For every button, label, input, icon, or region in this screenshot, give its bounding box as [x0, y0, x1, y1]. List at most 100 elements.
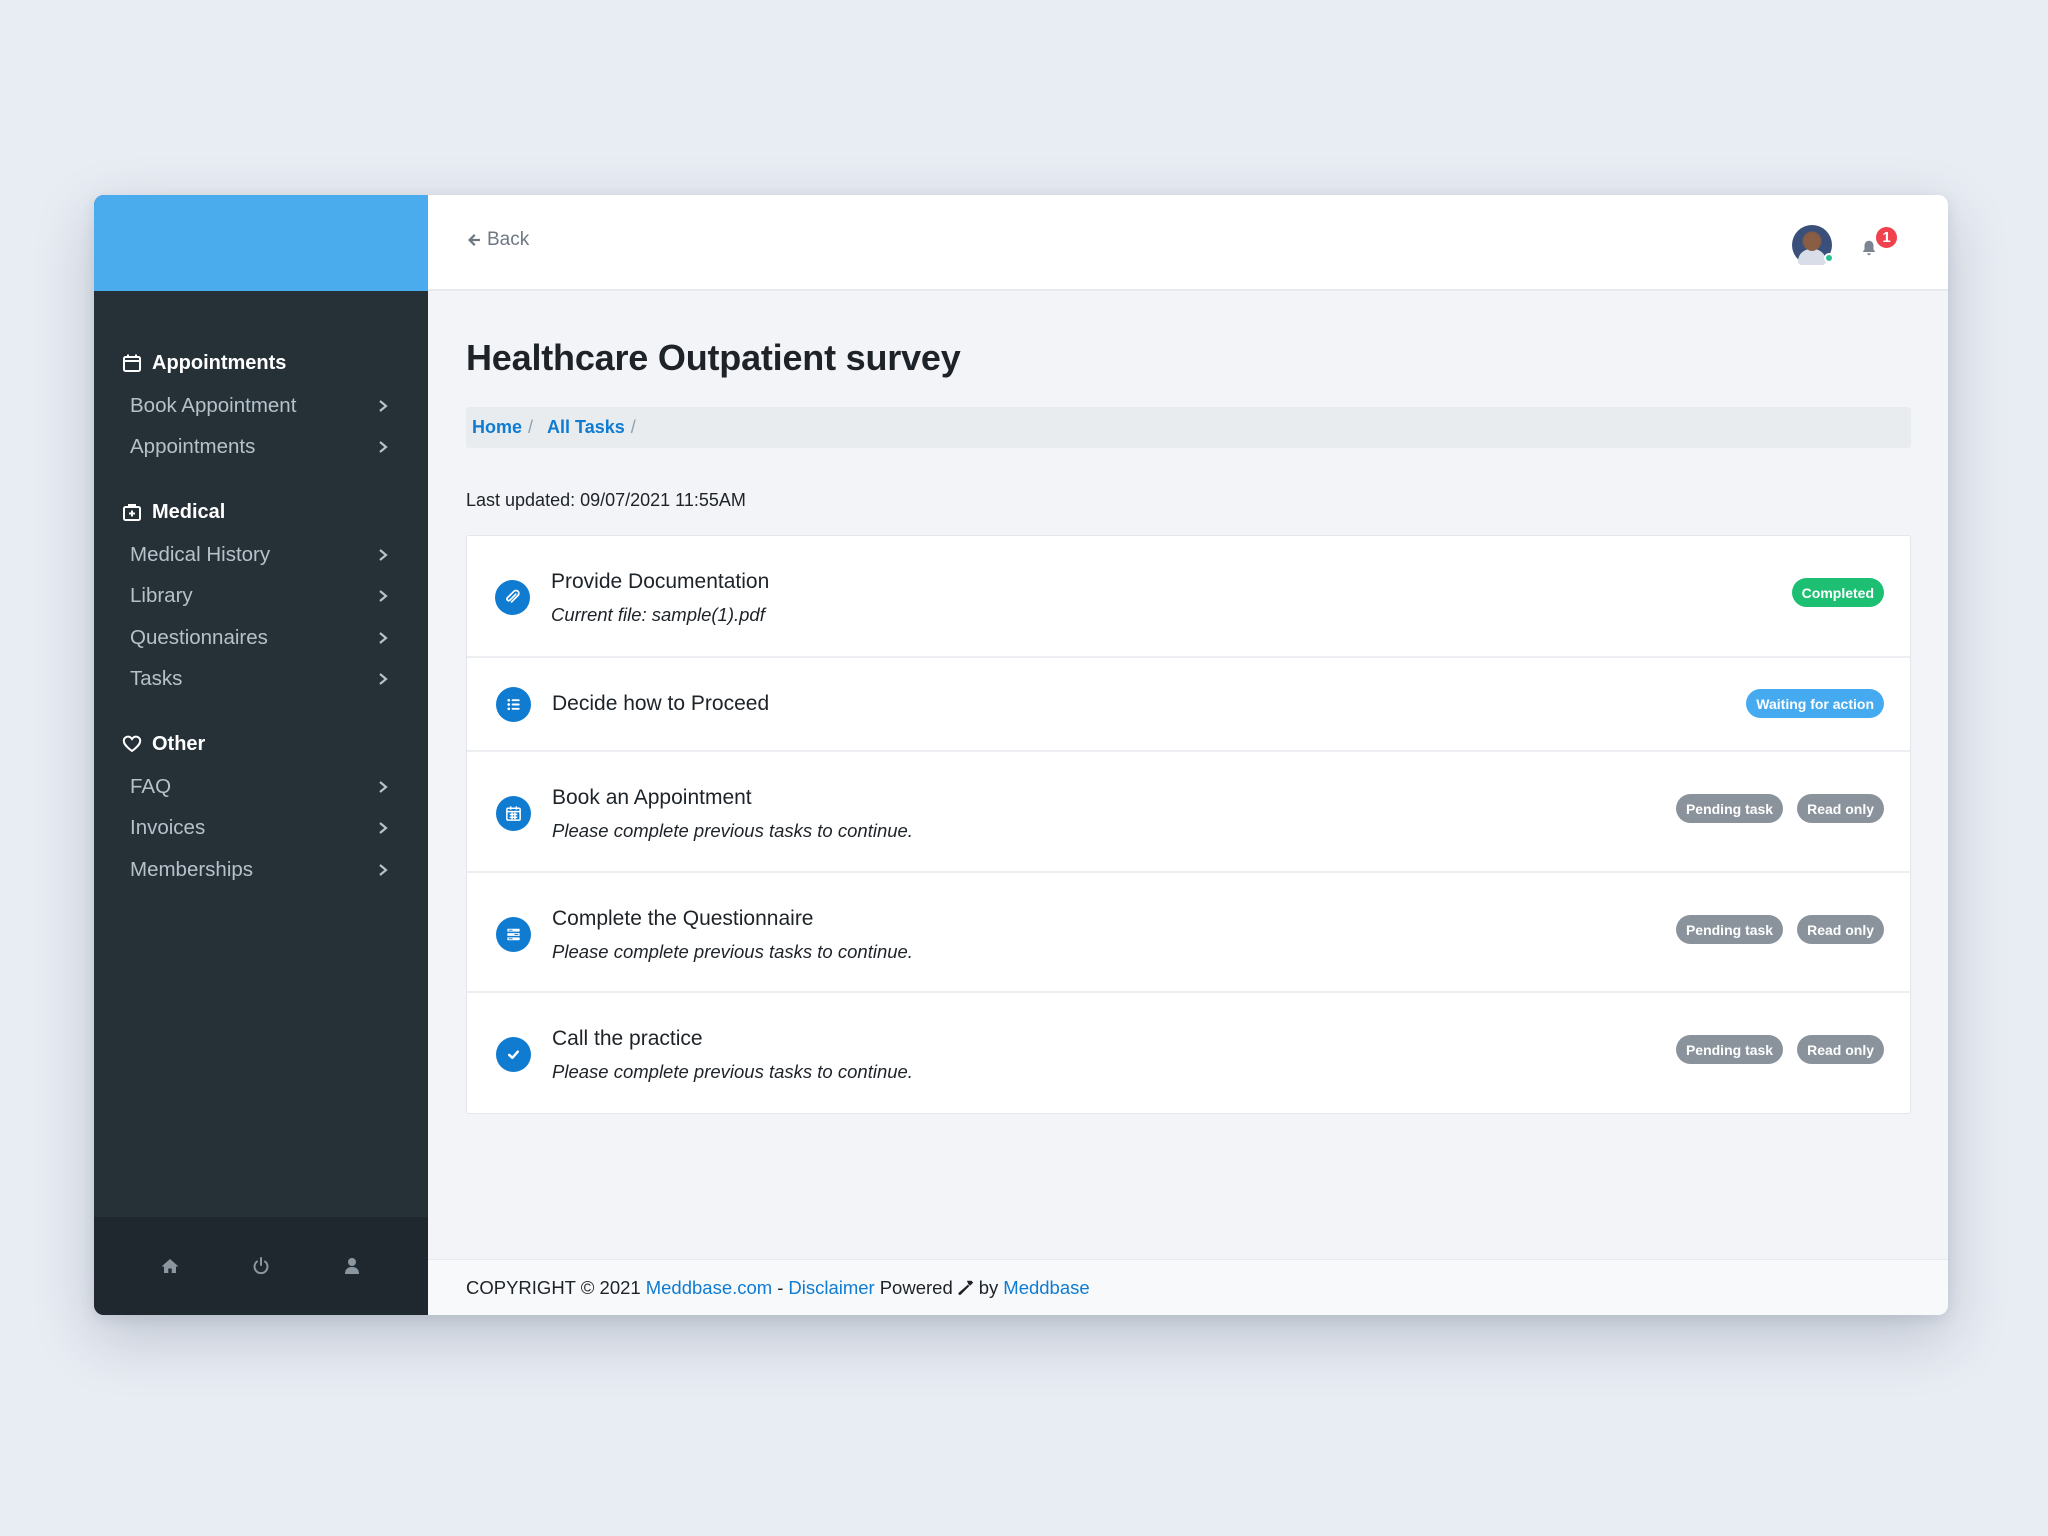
logout-button[interactable] [239, 1244, 283, 1288]
sidebar-item-label: Book Appointment [130, 393, 297, 417]
task-badges: Waiting for action [1746, 689, 1884, 718]
notifications-button[interactable]: 1 [1860, 225, 1899, 263]
sidebar-menu: Appointments Book Appointment Appointmen… [94, 291, 428, 891]
content: Healthcare Outpatient survey Home / All … [466, 291, 1911, 1114]
sidebar-item-appointments[interactable]: Appointments [94, 427, 428, 469]
avatar-body [1798, 249, 1826, 265]
calendar-icon [506, 806, 521, 821]
sidebar-item-label: FAQ [130, 774, 172, 798]
hammer-icon [958, 1280, 973, 1295]
topbar: Back 1 [428, 195, 1948, 291]
footer-dash: - [777, 1276, 784, 1298]
task-text: Book an Appointment Please complete prev… [552, 786, 913, 842]
task-subtitle: Please complete previous tasks to contin… [552, 941, 913, 962]
breadcrumb-separator: / [528, 417, 534, 437]
status-badge: Pending task [1675, 1035, 1784, 1064]
sidebar-brand-bar [94, 195, 428, 291]
calendar-icon [123, 354, 141, 372]
menu-group-other: Other FAQ Invoices Memberships [94, 722, 428, 891]
group-title: Medical [152, 500, 226, 523]
back-label: Back [487, 229, 530, 250]
status-badge: Completed [1791, 578, 1884, 607]
chevron-right-icon [379, 631, 388, 644]
meddbase-site-link[interactable]: Meddbase.com [646, 1277, 772, 1299]
chevron-right-icon [379, 590, 388, 603]
task-title: Provide Documentation [551, 570, 770, 593]
page-footer: COPYRIGHT © 2021 Meddbase.com - Disclaim… [428, 1259, 1948, 1315]
group-header-other: Other [94, 722, 428, 766]
task-text: Decide how to Proceed [552, 692, 769, 716]
sidebar-item-label: Library [130, 584, 193, 608]
avatar[interactable] [1792, 225, 1834, 265]
group-header-appointments: Appointments [94, 341, 428, 385]
notification-count-badge: 1 [1874, 225, 1899, 250]
breadcrumb: Home / All Tasks / [466, 407, 1911, 448]
chevron-right-icon [379, 399, 388, 412]
menu-group-appointments: Appointments Book Appointment Appointmen… [94, 341, 428, 468]
menu-group-medical: Medical Medical History Library Question… [94, 490, 428, 700]
task-text: Provide Documentation Current file: samp… [551, 570, 769, 626]
avatar-face [1804, 233, 1820, 251]
task-text: Complete the Questionnaire Please comple… [552, 907, 913, 963]
task-row[interactable]: Call the practice Please complete previo… [467, 993, 1910, 1113]
task-icon [496, 796, 531, 831]
sidebar-item-faq[interactable]: FAQ [94, 766, 428, 808]
task-icon [496, 687, 531, 722]
sidebar-item-invoices[interactable]: Invoices [94, 808, 428, 850]
breadcrumb-home[interactable]: Home [472, 417, 522, 438]
form-icon [507, 928, 520, 941]
by-text: by [978, 1276, 999, 1298]
sidebar-item-medical-history[interactable]: Medical History [94, 534, 428, 576]
task-row[interactable]: Decide how to Proceed Waiting for action [467, 658, 1910, 752]
task-icon [495, 580, 530, 615]
last-updated: Last updated: 09/07/2021 11:55AM [466, 490, 746, 510]
sidebar-item-label: Tasks [130, 667, 183, 691]
task-row[interactable]: Provide Documentation Current file: samp… [467, 536, 1910, 658]
sidebar-item-library[interactable]: Library [94, 576, 428, 618]
chevron-right-icon [379, 441, 388, 454]
task-icon [496, 1037, 531, 1072]
chevron-right-icon [379, 673, 388, 686]
back-button[interactable]: Back [466, 229, 529, 251]
sidebar-item-label: Questionnaires [130, 625, 268, 649]
app-window: Appointments Book Appointment Appointmen… [94, 195, 1948, 1315]
group-header-medical: Medical [94, 490, 428, 534]
page-title: Healthcare Outpatient survey [466, 337, 961, 378]
medical-kit-icon [123, 504, 141, 521]
sidebar-item-label: Medical History [130, 542, 271, 566]
group-title: Other [152, 732, 206, 755]
chevron-right-icon [379, 863, 388, 876]
status-badge: Pending task [1675, 794, 1784, 823]
task-list: Provide Documentation Current file: samp… [466, 535, 1911, 1114]
paperclip-icon [506, 589, 520, 603]
task-row[interactable]: Book an Appointment Please complete prev… [467, 752, 1910, 873]
sidebar-item-book-appointment[interactable]: Book Appointment [94, 385, 428, 427]
online-status-dot [1824, 253, 1834, 263]
check-icon [507, 1050, 520, 1060]
sidebar-item-memberships[interactable]: Memberships [94, 849, 428, 891]
status-badge: Waiting for action [1746, 689, 1884, 718]
home-button[interactable] [148, 1244, 192, 1288]
task-title: Call the practice [552, 1027, 703, 1050]
sidebar-item-questionnaires[interactable]: Questionnaires [94, 617, 428, 659]
profile-button[interactable] [330, 1244, 374, 1288]
copyright-text: COPYRIGHT © 2021 [466, 1276, 641, 1298]
breadcrumb-all-tasks[interactable]: All Tasks [547, 417, 625, 438]
disclaimer-link[interactable]: Disclaimer [788, 1277, 874, 1299]
power-icon [253, 1257, 269, 1275]
task-subtitle: Please complete previous tasks to contin… [552, 820, 913, 841]
list-icon [507, 698, 520, 711]
task-badges: Pending task Read only [1675, 794, 1884, 823]
read-only-badge: Read only [1797, 915, 1884, 944]
sidebar-item-tasks[interactable]: Tasks [94, 659, 428, 701]
powered-text: Powered [879, 1276, 953, 1298]
task-title: Decide how to Proceed [552, 692, 770, 715]
chevron-right-icon [379, 822, 388, 835]
main-area: Back 1 Healthcare Outpatient survey Home… [428, 195, 1948, 1315]
arrow-left-icon [468, 234, 480, 246]
sidebar-footer [94, 1217, 428, 1315]
task-row[interactable]: Complete the Questionnaire Please comple… [467, 873, 1910, 993]
meddbase-brand-link[interactable]: Meddbase [1003, 1277, 1089, 1299]
task-badges: Completed [1791, 578, 1884, 607]
status-badge: Pending task [1675, 915, 1784, 944]
